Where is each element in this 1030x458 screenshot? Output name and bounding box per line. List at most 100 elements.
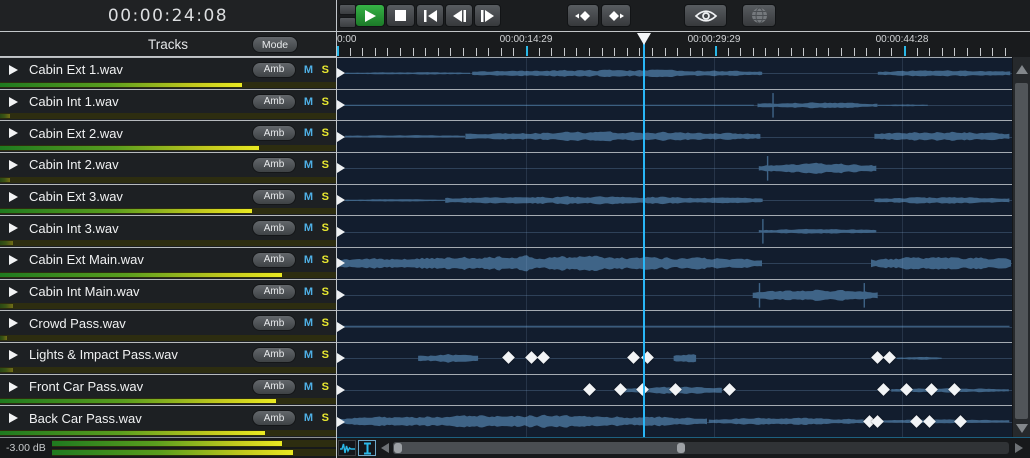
amb-button[interactable]: Amb bbox=[252, 94, 296, 110]
track-row[interactable]: Cabin Ext Main.wavAmbMS bbox=[0, 247, 336, 279]
previous-keyframe-button[interactable] bbox=[567, 4, 599, 27]
amb-button[interactable]: Amb bbox=[252, 157, 296, 173]
view-button[interactable] bbox=[684, 4, 727, 27]
solo-button[interactable]: S bbox=[322, 64, 329, 76]
solo-button[interactable]: S bbox=[322, 349, 329, 361]
track-expand-icon[interactable] bbox=[9, 350, 18, 360]
waveform-row[interactable] bbox=[337, 279, 1013, 311]
ibeam-tool-button[interactable] bbox=[358, 440, 376, 456]
waveform-row[interactable] bbox=[337, 120, 1013, 152]
solo-button[interactable]: S bbox=[322, 254, 329, 266]
amb-button[interactable]: Amb bbox=[252, 252, 296, 268]
timeline-ruler[interactable]: 00:00:0000:00:14:2900:00:29:2900:00:44:2… bbox=[337, 32, 1030, 57]
solo-button[interactable]: S bbox=[322, 222, 329, 234]
playhead-handle-icon[interactable] bbox=[637, 33, 651, 45]
waveform-view-button[interactable] bbox=[338, 440, 356, 456]
amb-button[interactable]: Amb bbox=[252, 125, 296, 141]
track-row[interactable]: Front Car Pass.wavAmbMS bbox=[0, 374, 336, 406]
solo-button[interactable]: S bbox=[322, 191, 329, 203]
mode-button[interactable]: Mode bbox=[252, 36, 298, 53]
track-expand-icon[interactable] bbox=[9, 192, 18, 202]
solo-button[interactable]: S bbox=[322, 286, 329, 298]
track-row[interactable]: Back Car Pass.wavAmbMS bbox=[0, 405, 336, 437]
vertical-scrollbar-thumb[interactable] bbox=[1015, 83, 1028, 419]
track-row[interactable]: Cabin Int Main.wavAmbMS bbox=[0, 279, 336, 311]
track-expand-icon[interactable] bbox=[9, 223, 18, 233]
amb-button[interactable]: Amb bbox=[252, 315, 296, 331]
solo-button[interactable]: S bbox=[322, 381, 329, 393]
ruler-tick bbox=[639, 48, 640, 56]
solo-button[interactable]: S bbox=[322, 317, 329, 329]
waveform-row[interactable] bbox=[337, 184, 1013, 216]
solo-button[interactable]: S bbox=[322, 127, 329, 139]
playhead[interactable] bbox=[643, 33, 645, 437]
waveform-row[interactable] bbox=[337, 310, 1013, 342]
track-row[interactable]: Cabin Int 3.wavAmbMS bbox=[0, 215, 336, 247]
scroll-up-icon[interactable] bbox=[1016, 65, 1028, 74]
track-expand-icon[interactable] bbox=[9, 287, 18, 297]
amb-button[interactable]: Amb bbox=[252, 62, 296, 78]
track-expand-icon[interactable] bbox=[9, 318, 18, 328]
transport-mini-button-top[interactable] bbox=[339, 4, 356, 15]
scroll-right-icon[interactable] bbox=[1015, 443, 1023, 453]
track-row[interactable]: Cabin Ext 3.wavAmbMS bbox=[0, 184, 336, 216]
scrollbar-handle-right[interactable] bbox=[677, 443, 685, 453]
track-row[interactable]: Cabin Int 2.wavAmbMS bbox=[0, 152, 336, 184]
amb-button[interactable]: Amb bbox=[252, 379, 296, 395]
track-expand-icon[interactable] bbox=[9, 160, 18, 170]
mute-button[interactable]: M bbox=[304, 64, 313, 76]
solo-button[interactable]: S bbox=[322, 159, 329, 171]
amb-button[interactable]: Amb bbox=[252, 189, 296, 205]
mute-button[interactable]: M bbox=[304, 96, 313, 108]
mute-button[interactable]: M bbox=[304, 381, 313, 393]
stop-button[interactable] bbox=[386, 4, 415, 27]
mute-button[interactable]: M bbox=[304, 254, 313, 266]
solo-button[interactable]: S bbox=[322, 96, 329, 108]
waveform-row[interactable] bbox=[337, 247, 1013, 279]
waveform-row[interactable] bbox=[337, 152, 1013, 184]
track-expand-icon[interactable] bbox=[9, 65, 18, 75]
waveform-row[interactable] bbox=[337, 342, 1013, 374]
mute-button[interactable]: M bbox=[304, 127, 313, 139]
go-to-start-button[interactable] bbox=[416, 4, 444, 27]
play-button[interactable] bbox=[355, 4, 385, 27]
next-keyframe-button[interactable] bbox=[601, 4, 631, 27]
mute-button[interactable]: M bbox=[304, 191, 313, 203]
track-expand-icon[interactable] bbox=[9, 97, 18, 107]
track-row[interactable]: Lights & Impact Pass.wavAmbMS bbox=[0, 342, 336, 374]
waveform-row[interactable] bbox=[337, 215, 1013, 247]
track-row[interactable]: Cabin Int 1.wavAmbMS bbox=[0, 89, 336, 121]
horizontal-scrollbar-thumb[interactable] bbox=[393, 442, 685, 454]
track-row[interactable]: Cabin Ext 2.wavAmbMS bbox=[0, 120, 336, 152]
mute-button[interactable]: M bbox=[304, 286, 313, 298]
waveform-row[interactable] bbox=[337, 89, 1013, 121]
amb-button[interactable]: Amb bbox=[252, 220, 296, 236]
frame-back-icon bbox=[453, 10, 466, 22]
track-row[interactable]: Crowd Pass.wavAmbMS bbox=[0, 310, 336, 342]
solo-button[interactable]: S bbox=[322, 412, 329, 424]
waveform-row[interactable] bbox=[337, 374, 1013, 406]
mute-button[interactable]: M bbox=[304, 412, 313, 424]
track-expand-icon[interactable] bbox=[9, 255, 18, 265]
track-expand-icon[interactable] bbox=[9, 128, 18, 138]
scrollbar-handle-left[interactable] bbox=[394, 443, 402, 453]
track-expand-icon[interactable] bbox=[9, 413, 18, 423]
mute-button[interactable]: M bbox=[304, 222, 313, 234]
scroll-down-icon[interactable] bbox=[1016, 424, 1028, 433]
amb-button[interactable]: Amb bbox=[252, 410, 296, 426]
transport-mini-button-bottom[interactable] bbox=[339, 17, 356, 28]
track-row[interactable]: Cabin Ext 1.wavAmbMS bbox=[0, 57, 336, 89]
scroll-left-icon[interactable] bbox=[381, 443, 389, 453]
amb-button[interactable]: Amb bbox=[252, 347, 296, 363]
mute-button[interactable]: M bbox=[304, 159, 313, 171]
track-expand-icon[interactable] bbox=[9, 382, 18, 392]
mute-button[interactable]: M bbox=[304, 317, 313, 329]
world-button[interactable] bbox=[742, 4, 776, 27]
step-back-button[interactable] bbox=[445, 4, 473, 27]
mute-button[interactable]: M bbox=[304, 349, 313, 361]
vertical-scrollbar[interactable] bbox=[1012, 57, 1030, 437]
step-forward-button[interactable] bbox=[474, 4, 501, 27]
waveform-row[interactable] bbox=[337, 405, 1013, 437]
waveform-row[interactable] bbox=[337, 57, 1013, 89]
amb-button[interactable]: Amb bbox=[252, 284, 296, 300]
